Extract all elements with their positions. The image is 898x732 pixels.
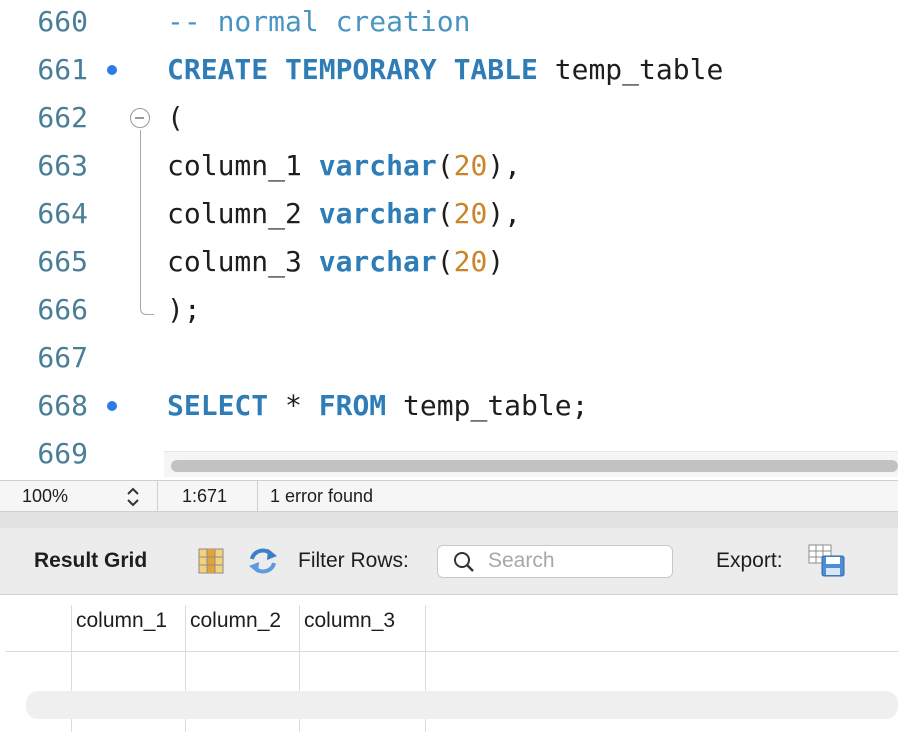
result-grid[interactable]: column_1 column_2 column_3 (0, 595, 898, 732)
code-text[interactable]: CREATE TEMPORARY TABLE temp_table (167, 48, 723, 92)
editor-line[interactable]: 665 column_3 varchar(20) (0, 240, 898, 288)
refresh-arrows-icon[interactable] (246, 546, 280, 576)
error-status[interactable]: 1 error found (270, 486, 373, 507)
statement-marker-icon[interactable] (107, 401, 117, 411)
code-text[interactable]: column_3 varchar(20) (167, 240, 504, 284)
code-token: ); (167, 293, 201, 326)
code-token: CREATE TEMPORARY TABLE (167, 53, 538, 86)
code-token: FROM (318, 389, 387, 422)
line-number[interactable]: 669 (6, 432, 88, 476)
code-token: temp_table; (386, 389, 589, 422)
editor-line[interactable]: 666); (0, 288, 898, 336)
sql-editor[interactable]: 660 -- normal creation 661 CREATE TEMPORARY… (0, 0, 898, 480)
line-number[interactable]: 660 (6, 0, 88, 44)
code-token: SELECT (167, 389, 269, 422)
editor-line[interactable]: 663 column_1 varchar(20), (0, 144, 898, 192)
filter-search-field[interactable] (437, 545, 673, 578)
editor-scrollbar-thumb[interactable] (171, 460, 898, 472)
status-divider (157, 481, 158, 511)
status-divider (257, 481, 258, 511)
line-number[interactable]: 663 (6, 144, 88, 188)
code-token: * (268, 389, 319, 422)
statement-marker-icon[interactable] (107, 65, 117, 75)
editor-status-bar: 100% 1:671 1 error found (0, 480, 898, 512)
line-number[interactable]: 662 (6, 96, 88, 140)
filter-rows-label: Filter Rows: (298, 549, 409, 572)
code-token: 20 (453, 149, 488, 182)
grid-header-divider (6, 651, 898, 652)
code-text[interactable]: ( (167, 96, 184, 140)
editor-horizontal-scrollbar[interactable] (164, 451, 898, 477)
code-token: column_2 (167, 197, 319, 230)
code-text[interactable]: SELECT * FROM temp_table; (167, 384, 588, 428)
code-token: varchar (318, 245, 437, 278)
code-text[interactable]: column_1 varchar(20), (167, 144, 521, 188)
code-token: ( (167, 101, 184, 134)
result-toolbar: Result Grid Filter Rows: Export: (0, 528, 898, 595)
editor-line[interactable]: 661 CREATE TEMPORARY TABLE temp_table (0, 48, 898, 96)
code-token: ( (436, 149, 454, 182)
line-number[interactable]: 668 (6, 384, 88, 428)
editor-line[interactable]: 664 column_2 varchar(20), (0, 192, 898, 240)
column-header-column-1[interactable]: column_1 (76, 609, 167, 639)
chevron-up-down-icon[interactable] (124, 485, 142, 509)
code-token: varchar (318, 197, 437, 230)
result-grid-tab[interactable]: Result Grid (34, 549, 147, 573)
code-text[interactable]: -- normal creation (167, 0, 470, 44)
grid-columns-icon[interactable] (198, 547, 224, 575)
code-text[interactable]: column_2 varchar(20), (167, 192, 521, 236)
code-token: varchar (318, 149, 437, 182)
zoom-level[interactable]: 100% (22, 486, 68, 507)
grid-horizontal-scrollbar[interactable] (26, 691, 898, 719)
editor-line[interactable]: 668 SELECT * FROM temp_table; (0, 384, 898, 432)
cursor-position: 1:671 (182, 486, 228, 506)
line-number[interactable]: 667 (6, 336, 88, 380)
code-token: temp_table (537, 53, 724, 86)
line-number[interactable]: 666 (6, 288, 88, 332)
code-token: 20 (453, 197, 488, 230)
line-number[interactable]: 664 (6, 192, 88, 236)
fold-collapse-icon[interactable] (130, 108, 150, 128)
fold-guide-line (140, 130, 154, 315)
code-token: column_1 (167, 149, 319, 182)
code-token: ( (436, 245, 454, 278)
editor-line[interactable]: 667 (0, 336, 898, 384)
code-token: -- normal creation (167, 5, 471, 38)
code-token: ), (487, 197, 522, 230)
code-text[interactable]: ); (167, 288, 201, 332)
code-token: ), (487, 149, 522, 182)
code-token: column_3 (167, 245, 319, 278)
column-header-column-2[interactable]: column_2 (190, 609, 281, 639)
panel-divider[interactable] (0, 512, 898, 528)
editor-line[interactable]: 660 -- normal creation (0, 0, 898, 48)
column-header-column-3[interactable]: column_3 (304, 609, 395, 639)
line-number[interactable]: 665 (6, 240, 88, 284)
export-save-icon[interactable] (808, 544, 846, 578)
export-label: Export: (716, 549, 783, 572)
line-number[interactable]: 661 (6, 48, 88, 92)
code-token: ( (436, 197, 454, 230)
code-token: ) (487, 245, 505, 278)
code-token: 20 (453, 245, 488, 278)
search-input[interactable] (488, 549, 663, 573)
magnifier-icon (454, 552, 474, 572)
